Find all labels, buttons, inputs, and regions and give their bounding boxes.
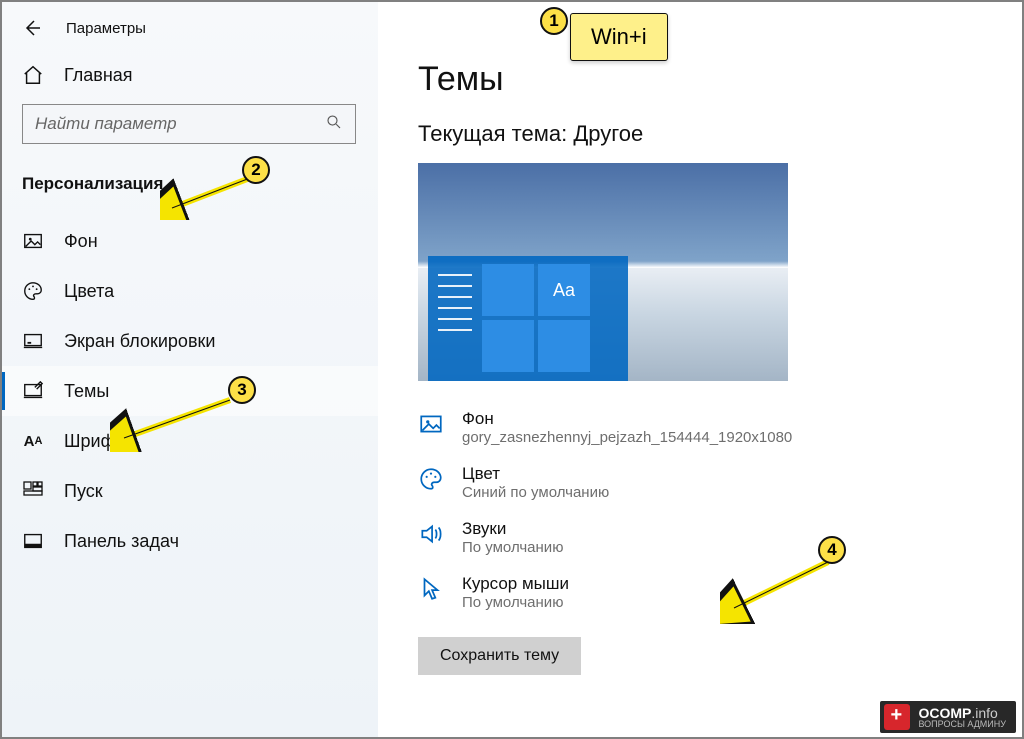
screenshot-border [0, 0, 1024, 739]
watermark-tagline: ВОПРОСЫ АДМИНУ [918, 719, 1006, 729]
annotation-number-1: 1 [540, 7, 568, 35]
annotation-number-4: 4 [818, 536, 846, 564]
watermark: OCOMP.info ВОПРОСЫ АДМИНУ [880, 701, 1016, 733]
annotation-number-3: 3 [228, 376, 256, 404]
callout-shortcut: Win+i [570, 13, 668, 61]
annotation-number-2: 2 [242, 156, 270, 184]
